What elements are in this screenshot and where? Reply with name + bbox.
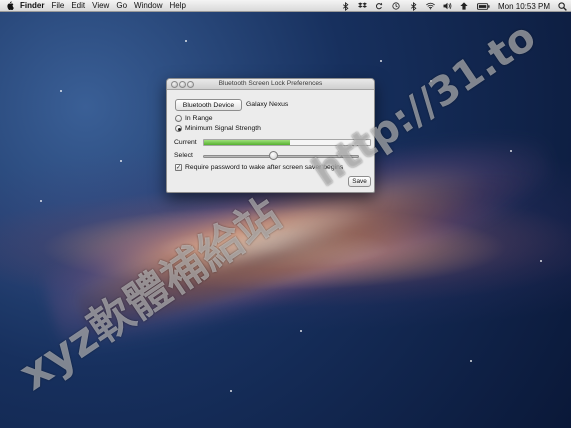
battery-icon[interactable] bbox=[476, 2, 490, 11]
volume-icon[interactable] bbox=[443, 2, 452, 11]
star bbox=[120, 160, 122, 162]
bluetooth-status-icon[interactable] bbox=[409, 1, 418, 11]
in-range-radio[interactable] bbox=[175, 115, 182, 122]
star bbox=[380, 60, 382, 62]
current-signal-fill bbox=[204, 140, 291, 145]
in-range-label: In Range bbox=[185, 115, 213, 122]
star bbox=[300, 330, 302, 332]
select-label: Select bbox=[174, 152, 193, 159]
menu-bar: Finder File Edit View Go Window Help Mon… bbox=[0, 0, 571, 12]
current-label: Current bbox=[174, 139, 197, 146]
menu-edit[interactable]: Edit bbox=[71, 1, 85, 10]
star bbox=[540, 260, 542, 262]
require-password-checkbox[interactable]: ✓ bbox=[175, 164, 182, 171]
wifi-icon[interactable] bbox=[426, 2, 435, 11]
input-icon[interactable] bbox=[460, 2, 469, 11]
bluetooth-device-button[interactable]: Bluetooth Device bbox=[175, 99, 242, 111]
menu-file[interactable]: File bbox=[51, 1, 64, 10]
menu-extras: Mon 10:53 PM bbox=[333, 0, 567, 12]
menubar-clock[interactable]: Mon 10:53 PM bbox=[498, 2, 550, 11]
star bbox=[510, 150, 512, 152]
min-signal-label: Minimum Signal Strength bbox=[185, 125, 261, 132]
menu-help[interactable]: Help bbox=[169, 1, 185, 10]
spotlight-search-icon[interactable] bbox=[558, 1, 567, 11]
threshold-slider-knob[interactable] bbox=[268, 151, 278, 160]
star bbox=[40, 200, 42, 202]
star bbox=[185, 40, 187, 42]
star bbox=[230, 390, 232, 392]
sync-icon[interactable] bbox=[375, 2, 384, 11]
menu-view[interactable]: View bbox=[92, 1, 109, 10]
min-signal-radio[interactable] bbox=[175, 125, 182, 132]
menu-window[interactable]: Window bbox=[134, 1, 162, 10]
menu-go[interactable]: Go bbox=[116, 1, 127, 10]
min-signal-option[interactable]: Minimum Signal Strength bbox=[175, 125, 261, 132]
apple-icon[interactable] bbox=[6, 1, 14, 10]
menu-finder[interactable]: Finder bbox=[20, 1, 44, 10]
star bbox=[470, 360, 472, 362]
bluetooth-icon[interactable] bbox=[341, 1, 350, 11]
window-titlebar[interactable]: Bluetooth Screen Lock Preferences bbox=[167, 79, 374, 90]
star bbox=[60, 90, 62, 92]
dropbox-icon[interactable] bbox=[358, 2, 367, 11]
time-machine-icon[interactable] bbox=[392, 2, 401, 11]
device-name-label: Galaxy Nexus bbox=[246, 101, 289, 108]
in-range-option[interactable]: In Range bbox=[175, 115, 213, 122]
window-title: Bluetooth Screen Lock Preferences bbox=[218, 80, 323, 87]
